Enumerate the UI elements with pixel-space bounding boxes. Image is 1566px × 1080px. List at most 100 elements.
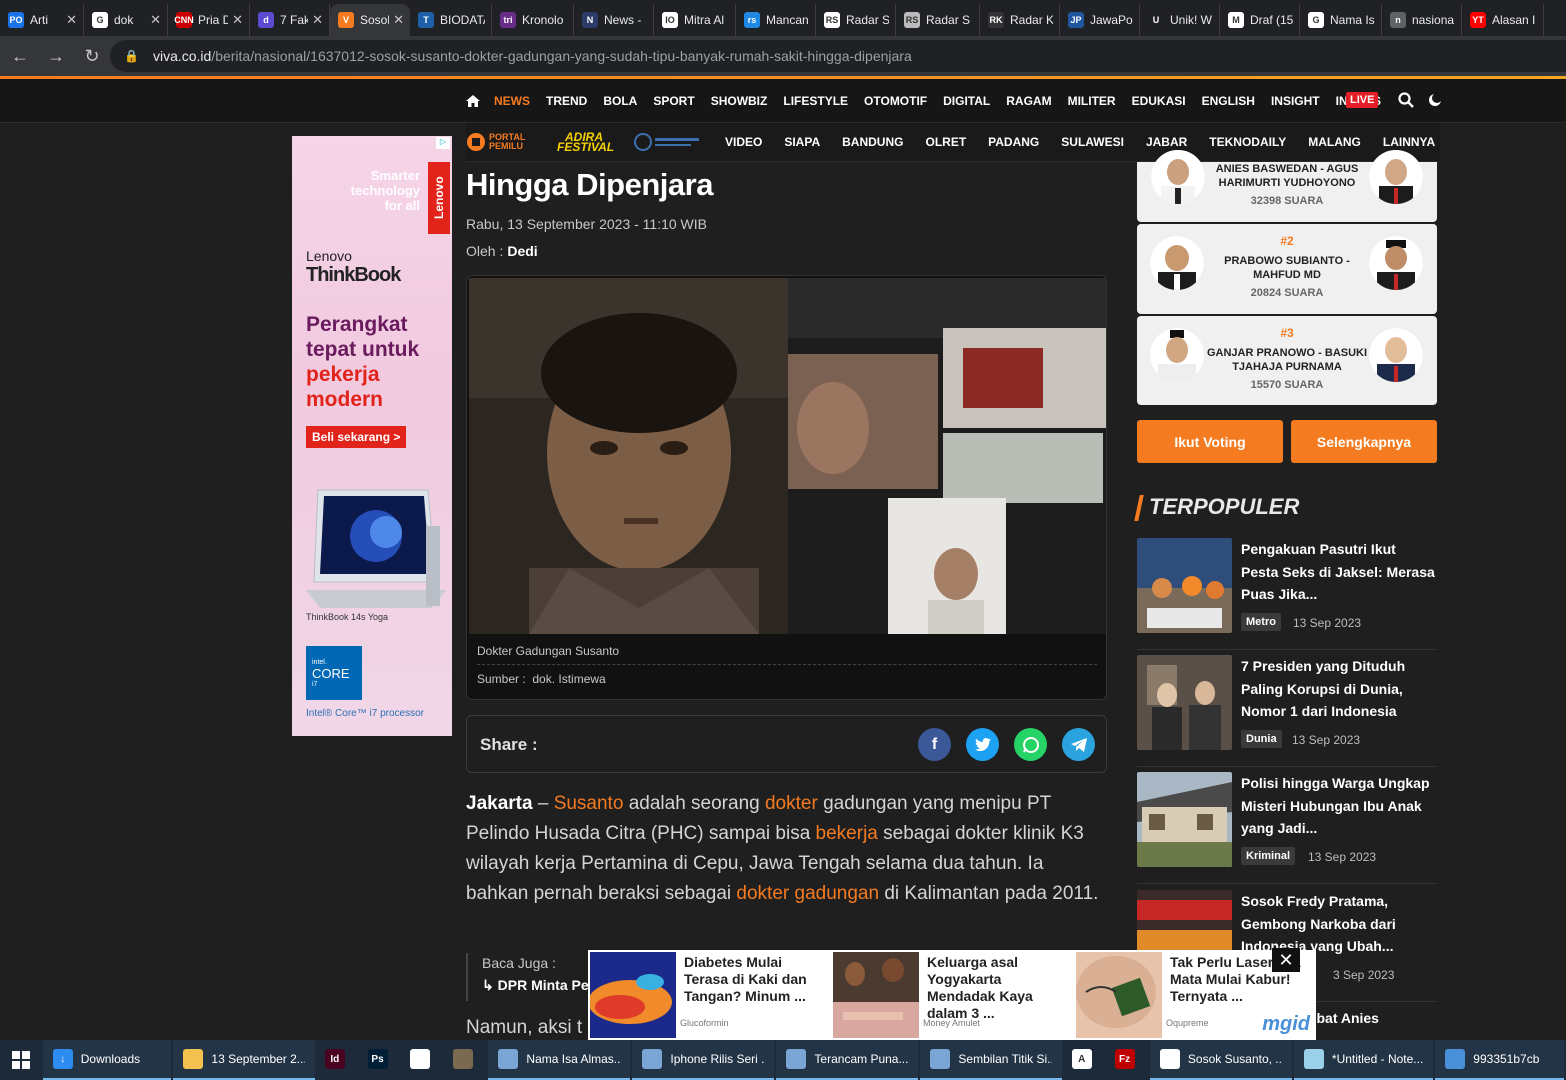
nav-item[interactable]: BOLA — [603, 94, 637, 108]
taskbar-item[interactable]: Ps — [360, 1040, 403, 1080]
taskbar-item[interactable] — [403, 1040, 446, 1080]
twitter-share-icon[interactable] — [966, 728, 999, 761]
taskbar-item[interactable]: Id — [317, 1040, 360, 1080]
browser-tab[interactable]: YT Alasan I — [1462, 4, 1544, 36]
popular-item-2[interactable]: 7 Presiden yang Dituduh Paling Korupsi d… — [1137, 655, 1437, 767]
nav-item[interactable]: OTOMOTIF — [864, 94, 927, 108]
telegram-share-icon[interactable] — [1062, 728, 1095, 761]
home-icon[interactable] — [466, 95, 480, 107]
vote-button[interactable]: Ikut Voting — [1137, 420, 1283, 463]
browser-tab[interactable]: V Sosok ✕ — [330, 4, 410, 36]
forward-arrow-icon[interactable]: → — [40, 40, 72, 72]
close-icon[interactable]: ✕ — [1272, 948, 1300, 972]
windows-start-icon[interactable] — [0, 1040, 43, 1080]
tab-close-icon[interactable]: ✕ — [150, 12, 161, 28]
article-photo[interactable]: Dokter Gadungan Susanto Sumber : dok. Is… — [466, 275, 1107, 700]
tab-close-icon[interactable]: ✕ — [66, 12, 77, 28]
lenovo-ad-banner[interactable]: ▷ Smarter technology for all Lenovo Leno… — [292, 136, 452, 736]
taskbar-item[interactable]: Sembilan Titik Si... — [920, 1040, 1063, 1080]
back-arrow-icon[interactable]: ← — [4, 40, 36, 72]
tab-close-icon[interactable]: ✕ — [232, 12, 243, 28]
native-ad-unit-1[interactable]: Diabetes Mulai Terasa di Kaki dan Tangan… — [588, 950, 830, 1040]
nav-item[interactable]: DIGITAL — [943, 94, 990, 108]
nav-item[interactable]: MILITER — [1068, 94, 1116, 108]
taskbar-item[interactable]: A — [1064, 1040, 1107, 1080]
see-more-button[interactable]: Selengkapnya — [1291, 420, 1437, 463]
nav-item[interactable]: RAGAM — [1006, 94, 1051, 108]
sub-nav-item[interactable]: PADANG — [988, 135, 1039, 149]
sub-nav-item[interactable]: VIDEO — [725, 135, 762, 149]
browser-tab[interactable]: d 7 Fakta ✕ — [250, 4, 330, 36]
tag-link[interactable]: bekerja — [816, 823, 878, 844]
theme-toggle-icon[interactable] — [1428, 92, 1443, 108]
browser-tab[interactable]: PO Arti ✕ — [0, 4, 84, 36]
popular-item-1[interactable]: Pengakuan Pasutri Ikut Pesta Seks di Jak… — [1137, 538, 1437, 650]
sub-nav-item[interactable]: LAINNYA — [1383, 135, 1435, 149]
sub-nav-item[interactable]: BANDUNG — [842, 135, 903, 149]
browser-tab[interactable]: Gdok ✕ — [84, 4, 168, 36]
candidate-card-2[interactable]: #2 PRABOWO SUBIANTO - MAHFUD MD 20824 SU… — [1137, 224, 1437, 314]
tag-link[interactable]: dokter — [765, 793, 818, 814]
taskbar-item[interactable]: Sosok Susanto, ... — [1149, 1040, 1292, 1080]
tab-close-icon[interactable]: ✕ — [393, 12, 404, 28]
nav-item[interactable]: INSIGHT — [1271, 94, 1320, 108]
adchoices-icon[interactable]: ▷ — [436, 137, 450, 149]
sub-nav-item[interactable]: SULAWESI — [1061, 135, 1124, 149]
candidate-card-1[interactable]: ANIES BASWEDAN - AGUS HARIMURTI YUDHOYON… — [1137, 150, 1437, 222]
candidate-card-3[interactable]: #3 GANJAR PRANOWO - BASUKI TJAHAJA PURNA… — [1137, 316, 1437, 405]
popular-category-1[interactable]: Metro — [1241, 613, 1281, 631]
browser-tab[interactable]: tri Kronolo — [492, 4, 574, 36]
browser-tab[interactable]: RK Radar K — [980, 4, 1060, 36]
live-badge[interactable]: LIVE — [1346, 92, 1379, 108]
taskbar-item[interactable]: 13 September 2... — [173, 1040, 316, 1080]
portal-pemilu-logo[interactable]: PORTAL PEMILU — [466, 132, 535, 152]
sub-nav-item[interactable]: TEKNODAILY — [1209, 135, 1286, 149]
nav-item[interactable]: ENGLISH — [1202, 94, 1255, 108]
browser-tab[interactable]: U Unik! W — [1140, 4, 1220, 36]
sub-nav-item[interactable]: OLRET — [925, 135, 966, 149]
nav-item[interactable]: LIFESTYLE — [783, 94, 848, 108]
native-ad-unit-2[interactable]: Keluarga asal Yogyakarta Mendadak Kaya d… — [831, 950, 1073, 1040]
browser-tab[interactable]: G Nama Is — [1300, 4, 1382, 36]
browser-tab[interactable]: N News - — [574, 4, 654, 36]
taskbar-item[interactable] — [446, 1040, 489, 1080]
browser-tab[interactable]: IO Mitra Al — [654, 4, 736, 36]
taskbar-item[interactable]: Terancam Puna... — [776, 1040, 919, 1080]
taskbar-item[interactable]: *Untitled - Note... — [1293, 1040, 1434, 1080]
browser-tab[interactable]: M Draf (15 — [1220, 4, 1300, 36]
browser-tab[interactable]: RS Radar S — [816, 4, 896, 36]
popular-category-2[interactable]: Dunia — [1241, 730, 1282, 748]
sub-nav-item[interactable]: MALANG — [1308, 135, 1361, 149]
adira-festival-logo[interactable]: ADIRA FESTIVAL — [557, 131, 614, 153]
search-icon[interactable] — [1398, 92, 1415, 108]
sub-nav-item[interactable]: SIAPA — [784, 135, 820, 149]
taskbar-item[interactable]: 993351b7cb — [1435, 1040, 1564, 1080]
browser-tab[interactable]: JP JawaPos — [1060, 4, 1140, 36]
sub-nav-item[interactable]: JABAR — [1146, 135, 1187, 149]
nav-item[interactable]: SHOWBIZ — [711, 94, 768, 108]
partner-logo[interactable] — [633, 132, 703, 152]
browser-tab[interactable]: RS Radar S — [896, 4, 980, 36]
nav-item[interactable]: TREND — [546, 94, 587, 108]
whatsapp-share-icon[interactable] — [1014, 728, 1047, 761]
tag-link[interactable]: dokter gadungan — [736, 883, 879, 904]
taskbar-item[interactable]: Nama Isa Almas... — [488, 1040, 631, 1080]
browser-tab[interactable]: rs Mancan — [736, 4, 816, 36]
taskbar-item[interactable]: Fz — [1107, 1040, 1150, 1080]
author-link[interactable]: Dedi — [507, 243, 537, 259]
popular-item-3[interactable]: Polisi hingga Warga Ungkap Misteri Hubun… — [1137, 772, 1437, 884]
popular-category-3[interactable]: Kriminal — [1241, 847, 1296, 865]
ad-buy-button[interactable]: Beli sekarang > — [306, 426, 407, 448]
address-bar[interactable]: 🔒 viva.co.id/berita/nasional/1637012-sos… — [110, 40, 1566, 72]
tag-link[interactable]: Susanto — [554, 793, 624, 814]
facebook-share-icon[interactable]: f — [918, 728, 951, 761]
lock-icon[interactable]: 🔒 — [124, 49, 139, 63]
tab-close-icon[interactable]: ✕ — [312, 12, 323, 28]
browser-tab[interactable]: n nasiona — [1382, 4, 1462, 36]
nav-item[interactable]: NEWS — [494, 94, 530, 108]
mgid-logo[interactable]: mgid — [1262, 1013, 1310, 1036]
nav-item[interactable]: SPORT — [653, 94, 694, 108]
taskbar-item[interactable]: Iphone Rilis Seri ... — [632, 1040, 775, 1080]
nav-item[interactable]: EDUKASI — [1132, 94, 1186, 108]
browser-tab[interactable]: CNN Pria Dia ✕ — [168, 4, 250, 36]
